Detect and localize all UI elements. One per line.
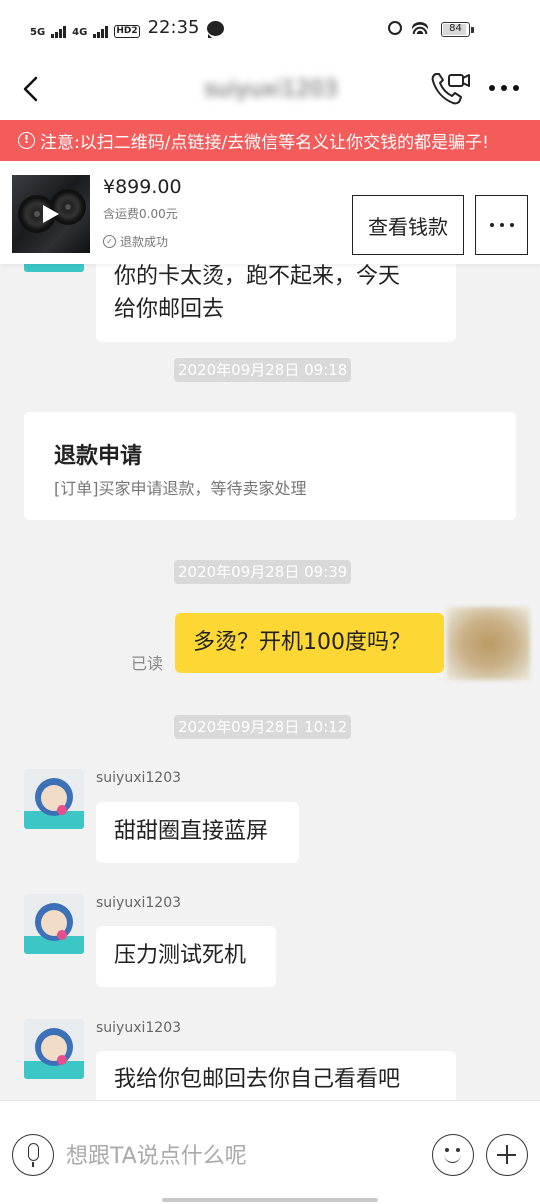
message-text: 多烫？开机100度吗？ — [193, 630, 411, 655]
status-bar: 5G 4G HD2 22:35 84 — [0, 0, 540, 60]
refund-request-card[interactable]: 退款申请 [订单]买家申请退款，等待卖家处理 — [24, 412, 516, 520]
shipping-fee: 含运费0.00元 — [103, 207, 178, 221]
emoji-icon[interactable] — [432, 1134, 474, 1176]
product-thumbnail[interactable] — [12, 175, 90, 253]
chat-header: suiyuxi1203 — [0, 60, 540, 120]
sender-name: suiyuxi1203 — [96, 1020, 182, 1036]
chat-message-list[interactable]: 你的卡太烫，跑不起来，今天 给你邮回去 2020年09月28日 09:18 退款… — [0, 264, 540, 1100]
message-text-line: 给你邮回去 — [114, 297, 225, 322]
product-more-button[interactable] — [475, 195, 528, 255]
exclamation-icon: ! — [18, 132, 35, 149]
message-input-bar — [0, 1100, 540, 1204]
incoming-message-bubble[interactable]: 你的卡太烫，跑不起来，今天 给你邮回去 — [96, 264, 456, 342]
refund-card-title: 退款申请 — [54, 444, 143, 469]
back-arrow-icon[interactable] — [16, 72, 46, 106]
product-card: ¥899.00 含运费0.00元 ✓ 退款成功 查看钱款 — [0, 161, 540, 264]
status-right — [388, 21, 428, 35]
refund-card-subtitle: [订单]买家申请退款，等待卖家处理 — [54, 479, 307, 498]
hd-badge: HD2 — [114, 25, 140, 38]
message-text-line: 你的卡太烫，跑不起来，今天 — [114, 264, 401, 289]
play-icon — [43, 205, 59, 223]
incoming-message-bubble[interactable]: 我给你包邮回去你自己看看吧 — [96, 1051, 456, 1100]
call-video-icon[interactable] — [428, 69, 472, 109]
sender-name: suiyuxi1203 — [96, 770, 182, 786]
outgoing-message-bubble[interactable]: 多烫？开机100度吗？ — [175, 613, 444, 673]
incoming-message-bubble[interactable]: 压力测试死机 — [96, 926, 276, 987]
add-attachment-icon[interactable] — [486, 1134, 528, 1176]
check-circle-icon: ✓ — [103, 235, 116, 248]
alarm-icon — [388, 21, 402, 35]
message-notification-icon — [207, 21, 225, 38]
voice-input-icon[interactable] — [12, 1134, 54, 1176]
refund-status: ✓ 退款成功 — [103, 233, 168, 250]
more-options-icon[interactable] — [484, 76, 524, 100]
refund-status-label: 退款成功 — [120, 235, 169, 249]
warning-text: 注意:以扫二维码/点链接/去微信等名义让你交钱的都是骗子! — [40, 133, 489, 153]
home-indicator[interactable] — [162, 1198, 378, 1202]
contact-avatar[interactable] — [24, 1019, 84, 1079]
battery-tip — [471, 27, 474, 33]
signal-icon — [51, 26, 67, 38]
network-5g-label: 5G — [30, 27, 46, 38]
timestamp: 2020年09月28日 09:39 — [174, 560, 352, 584]
contact-name-title: suiyuxi1203 — [204, 77, 338, 102]
message-input[interactable] — [66, 1139, 406, 1173]
clock-time: 22:35 — [147, 17, 200, 38]
my-avatar[interactable] — [447, 607, 530, 680]
read-receipt: 已读 — [131, 654, 164, 673]
contact-avatar[interactable] — [24, 769, 84, 829]
contact-avatar[interactable] — [24, 264, 84, 272]
timestamp: 2020年09月28日 10:12 — [174, 715, 352, 739]
signal-icon — [93, 26, 109, 38]
message-text: 我给你包邮回去你自己看看吧 — [114, 1067, 401, 1092]
timestamp: 2020年09月28日 09:18 — [174, 358, 352, 382]
message-text: 甜甜圈直接蓝屏 — [114, 819, 269, 844]
view-payment-button[interactable]: 查看钱款 — [352, 195, 464, 255]
contact-avatar[interactable] — [24, 894, 84, 954]
product-price: ¥899.00 — [103, 176, 182, 198]
status-left: 5G 4G HD2 22:35 — [30, 17, 225, 38]
sender-name: suiyuxi1203 — [96, 895, 182, 911]
wifi-icon — [412, 22, 428, 34]
message-text: 压力测试死机 — [114, 943, 247, 968]
battery-icon: 84 — [441, 22, 470, 37]
network-4g-label: 4G — [72, 27, 88, 38]
incoming-message-bubble[interactable]: 甜甜圈直接蓝屏 — [96, 802, 299, 863]
fraud-warning-banner: ! 注意:以扫二维码/点链接/去微信等名义让你交钱的都是骗子! — [0, 120, 540, 161]
battery-level: 84 — [449, 23, 462, 34]
